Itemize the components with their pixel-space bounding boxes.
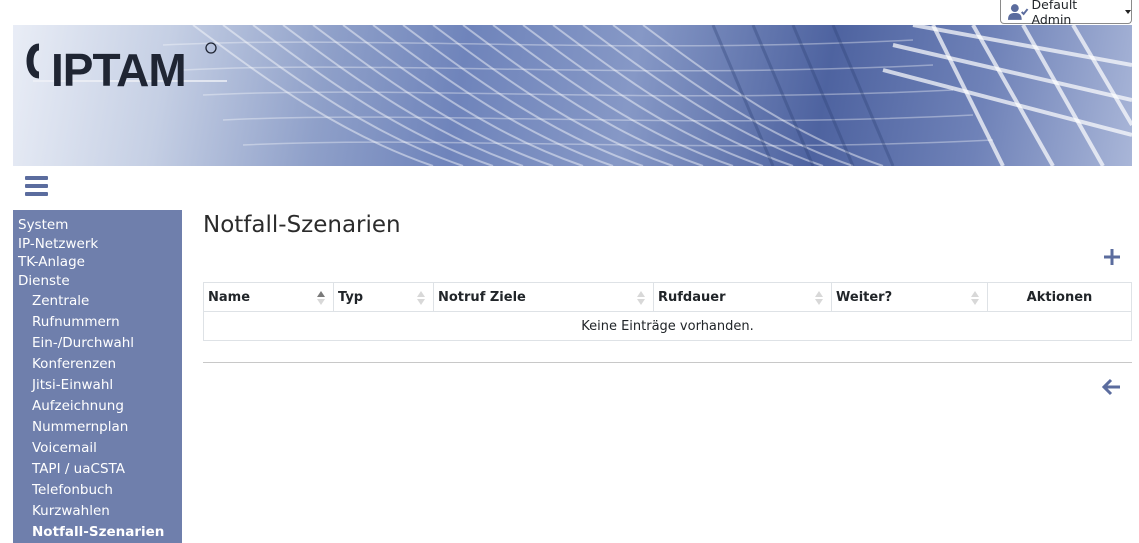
sort-icon [815,291,823,305]
logo-text: IPTAM [51,44,187,96]
column-header-weiter[interactable]: Weiter? [831,282,988,312]
column-header-name[interactable]: Name [203,282,334,312]
sidebar-item-ein-durchwahl[interactable]: Ein-/Durchwahl [13,333,182,354]
user-check-icon [1008,3,1029,20]
sort-icon [971,291,979,305]
scenarios-table: Name Typ Notruf Ziele Rufdauer Weiter? A… [203,282,1132,341]
sidebar-item-kurzwahlen[interactable]: Kurzwahlen [13,501,182,522]
sidebar-item-zentrale[interactable]: Zentrale [13,291,182,312]
sidebar: System IP-Netzwerk TK-Anlage Dienste Zen… [13,210,182,543]
column-label: Typ [338,289,364,305]
sidebar-item-telefonbuch[interactable]: Telefonbuch [13,480,182,501]
column-header-typ[interactable]: Typ [333,282,434,312]
column-label: Aktionen [1026,289,1093,305]
iptam-logo: IPTAM [25,37,235,93]
sort-icon [417,291,425,305]
sort-icon [637,291,645,305]
column-label: Rufdauer [658,289,726,305]
table-row-empty: Keine Einträge vorhanden. [203,311,1132,341]
sidebar-item-tk-anlage[interactable]: TK-Anlage [13,253,182,272]
sidebar-item-tapi-uacsta[interactable]: TAPI / uaCSTA [13,459,182,480]
sidebar-item-nummernplan[interactable]: Nummernplan [13,417,182,438]
column-header-rufdauer[interactable]: Rufdauer [653,282,832,312]
column-label: Name [208,289,251,305]
page-title: Notfall-Szenarien [203,212,401,238]
plus-icon[interactable] [1102,247,1122,267]
sidebar-item-voicemail[interactable]: Voicemail [13,438,182,459]
column-header-notruf-ziele[interactable]: Notruf Ziele [433,282,654,312]
sidebar-item-rufnummern[interactable]: Rufnummern [13,312,182,333]
sidebar-item-aufzeichnung[interactable]: Aufzeichnung [13,396,182,417]
sidebar-item-konferenzen[interactable]: Konferenzen [13,354,182,375]
sort-asc-icon [317,291,325,305]
sidebar-item-dienste[interactable]: Dienste [13,272,182,291]
user-name: Default Admin [1031,0,1078,27]
sidebar-item-jitsi-einwahl[interactable]: Jitsi-Einwahl [13,375,182,396]
divider [203,362,1132,363]
column-header-aktionen: Aktionen [987,282,1132,312]
column-label: Notruf Ziele [438,289,526,305]
arrow-left-icon[interactable] [1102,377,1122,397]
caret-down-icon [1125,9,1131,14]
sidebar-item-system[interactable]: System [13,216,182,235]
sidebar-item-notfall-szenarien[interactable]: Notfall-Szenarien [13,522,182,543]
user-menu-button[interactable]: Default Admin [1000,0,1132,27]
column-label: Weiter? [836,289,893,305]
empty-message: Keine Einträge vorhanden. [203,311,1132,341]
menu-toggle-icon[interactable] [25,176,48,196]
sidebar-item-ip-netzwerk[interactable]: IP-Netzwerk [13,235,182,254]
header-banner: IPTAM [13,25,1132,166]
